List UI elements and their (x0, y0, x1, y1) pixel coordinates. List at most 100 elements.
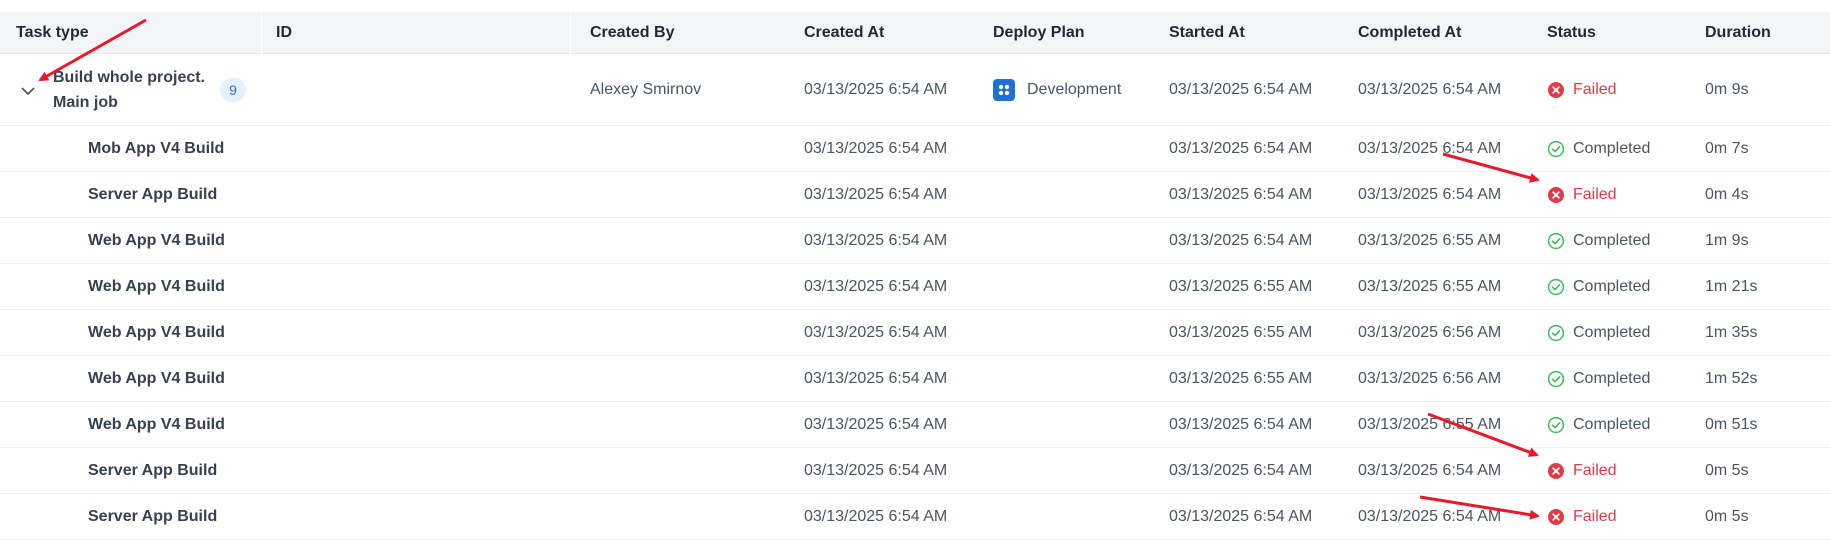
table-row[interactable]: Web App V4 Build 03/13/2025 6:54 AM 03/13/… (0, 218, 1830, 264)
table-row-main-job[interactable]: Build whole project. Main job 9 Alexey S… (0, 54, 1830, 126)
task-type-cell: Web App V4 Build (88, 324, 225, 341)
created-at-cell: 03/13/2025 6:54 AM (804, 508, 948, 525)
status-cell: Completed (1547, 310, 1650, 356)
status-cell: Completed (1547, 402, 1650, 448)
status-cell: Completed (1547, 218, 1650, 264)
created-at-cell: 03/13/2025 6:54 AM (804, 278, 948, 295)
started-at-cell: 03/13/2025 6:55 AM (1169, 324, 1313, 341)
table-row[interactable]: Server App Build 03/13/2025 6:54 AM 03/13/… (0, 494, 1830, 540)
column-header-id[interactable]: ID (276, 12, 292, 54)
duration-cell: 0m 51s (1705, 416, 1758, 433)
duration-cell: 1m 9s (1705, 232, 1749, 249)
completed-at-cell: 03/13/2025 6:54 AM (1358, 462, 1502, 479)
status-cell: Completed (1547, 126, 1650, 172)
status-cell: Completed (1547, 356, 1650, 402)
deploy-plan-name: Development (1027, 81, 1122, 98)
apps-grid-icon (993, 79, 1015, 101)
duration-cell: 0m 5s (1705, 462, 1749, 479)
subtask-count-badge: 9 (220, 78, 246, 102)
status-cell: Failed (1547, 494, 1617, 540)
duration-cell: 1m 35s (1705, 324, 1758, 341)
status-label: Completed (1573, 232, 1651, 249)
task-type-cell: Web App V4 Build (88, 232, 225, 249)
column-header-created-by[interactable]: Created By (590, 12, 674, 54)
x-circle-icon (1548, 187, 1564, 203)
duration-cell: 0m 5s (1705, 508, 1749, 525)
x-circle-icon (1548, 82, 1564, 98)
created-at-cell: 03/13/2025 6:54 AM (804, 416, 948, 433)
table-row[interactable]: Web App V4 Build 03/13/2025 6:54 AM 03/13/… (0, 310, 1830, 356)
status-label: Failed (1573, 508, 1617, 525)
task-type-cell: Build whole project. Main job (53, 54, 223, 126)
subtask-rows: Mob App V4 Build 03/13/2025 6:54 AM 03/13/… (0, 126, 1830, 540)
column-header-duration[interactable]: Duration (1705, 12, 1771, 54)
task-type-cell: Server App Build (88, 462, 218, 479)
started-at-cell: 03/13/2025 6:54 AM (1169, 140, 1313, 157)
task-name-line2: Main job (53, 94, 118, 111)
table-row[interactable]: Server App Build 03/13/2025 6:54 AM 03/13/… (0, 172, 1830, 218)
duration-cell: 0m 7s (1705, 140, 1749, 157)
started-at-cell: 03/13/2025 6:55 AM (1169, 278, 1313, 295)
status-cell: Completed (1547, 264, 1650, 310)
column-header-started-at[interactable]: Started At (1169, 12, 1245, 54)
status-cell: Failed (1547, 172, 1617, 218)
completed-at-cell: 03/13/2025 6:56 AM (1358, 324, 1502, 341)
column-header-status[interactable]: Status (1547, 12, 1596, 54)
duration-cell: 0m 4s (1705, 186, 1749, 203)
table-row[interactable]: Web App V4 Build 03/13/2025 6:54 AM 03/13/… (0, 356, 1830, 402)
column-header-created-at[interactable]: Created At (804, 12, 884, 54)
status-label: Completed (1573, 278, 1651, 295)
deploy-plan-cell[interactable]: Development (993, 54, 1121, 126)
check-circle-icon (1547, 324, 1565, 342)
status-label: Completed (1573, 416, 1651, 433)
table-row[interactable]: Web App V4 Build 03/13/2025 6:54 AM 03/13/… (0, 264, 1830, 310)
completed-at-cell: 03/13/2025 6:54 AM (1358, 140, 1502, 157)
table-row[interactable]: Mob App V4 Build 03/13/2025 6:54 AM 03/13/… (0, 126, 1830, 172)
created-at-cell: 03/13/2025 6:54 AM (804, 81, 948, 98)
created-at-cell: 03/13/2025 6:54 AM (804, 462, 948, 479)
started-at-cell: 03/13/2025 6:54 AM (1169, 462, 1313, 479)
task-name-line1: Build whole project. (53, 69, 206, 86)
column-separator (261, 12, 262, 54)
started-at-cell: 03/13/2025 6:54 AM (1169, 186, 1313, 203)
started-at-cell: 03/13/2025 6:54 AM (1169, 232, 1313, 249)
task-type-cell: Server App Build (88, 508, 218, 525)
created-at-cell: 03/13/2025 6:54 AM (804, 370, 948, 387)
check-circle-icon (1547, 140, 1565, 158)
table-row[interactable]: Server App Build 03/13/2025 6:54 AM 03/13/… (0, 448, 1830, 494)
completed-at-cell: 03/13/2025 6:54 AM (1358, 508, 1502, 525)
check-circle-icon (1547, 278, 1565, 296)
column-header-task-type[interactable]: Task type (16, 12, 89, 54)
completed-at-cell: 03/13/2025 6:54 AM (1358, 81, 1502, 98)
task-type-cell: Web App V4 Build (88, 278, 225, 295)
created-by-cell: Alexey Smirnov (590, 81, 702, 98)
table-header: Task type ID Created By Created At Deplo… (0, 12, 1830, 54)
column-header-deploy-plan[interactable]: Deploy Plan (993, 12, 1085, 54)
status-label: Failed (1573, 186, 1617, 203)
completed-at-cell: 03/13/2025 6:55 AM (1358, 232, 1502, 249)
check-circle-icon (1547, 416, 1565, 434)
status-cell: Failed (1547, 448, 1617, 494)
status-label: Completed (1573, 370, 1651, 387)
duration-cell: 0m 9s (1705, 81, 1749, 98)
task-table: Task type ID Created By Created At Deplo… (0, 12, 1830, 540)
created-at-cell: 03/13/2025 6:54 AM (804, 140, 948, 157)
task-type-cell: Web App V4 Build (88, 416, 225, 433)
status-label: Completed (1573, 140, 1651, 157)
duration-cell: 1m 52s (1705, 370, 1758, 387)
x-circle-icon (1548, 509, 1564, 525)
created-at-cell: 03/13/2025 6:54 AM (804, 324, 948, 341)
x-circle-icon (1548, 463, 1564, 479)
duration-cell: 1m 21s (1705, 278, 1758, 295)
chevron-down-icon[interactable] (20, 84, 36, 98)
table-row[interactable]: Web App V4 Build 03/13/2025 6:54 AM 03/13/… (0, 402, 1830, 448)
task-type-cell: Web App V4 Build (88, 370, 225, 387)
task-type-cell: Server App Build (88, 186, 218, 203)
status-label: Failed (1573, 81, 1617, 98)
column-separator (570, 12, 571, 54)
started-at-cell: 03/13/2025 6:54 AM (1169, 508, 1313, 525)
status-cell: Failed (1547, 54, 1617, 126)
column-header-completed-at[interactable]: Completed At (1358, 12, 1461, 54)
status-label: Completed (1573, 324, 1651, 341)
completed-at-cell: 03/13/2025 6:54 AM (1358, 186, 1502, 203)
